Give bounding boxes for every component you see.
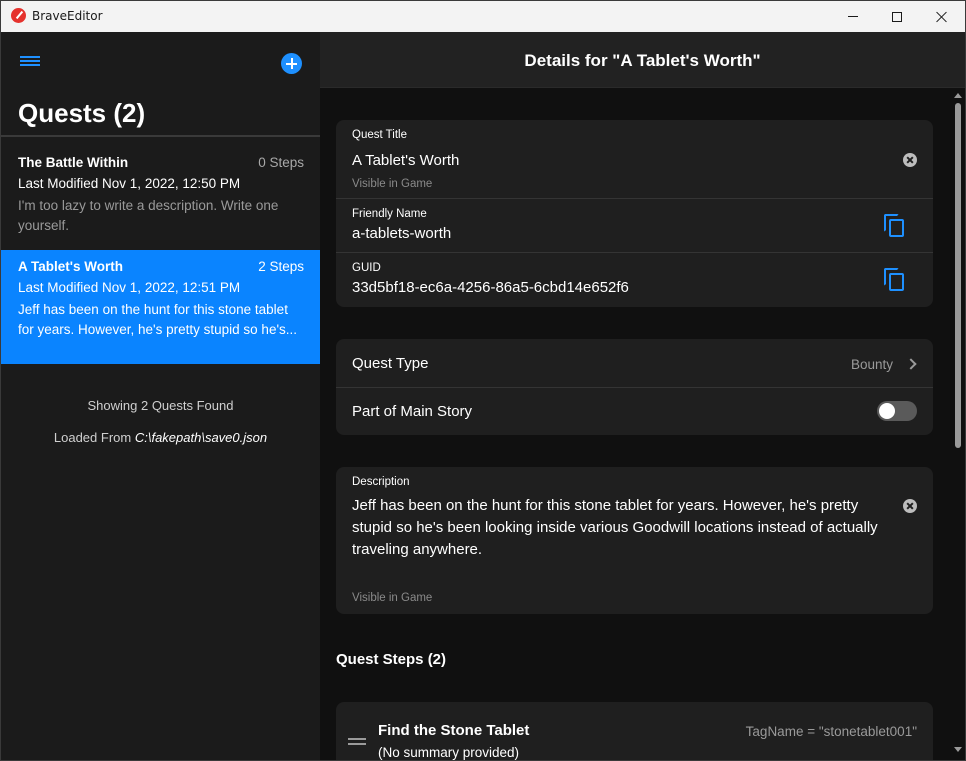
quest-name: A Tablet's Worth [18,259,123,274]
quest-steps-heading: Quest Steps (2) [336,651,447,668]
quest-list-item[interactable]: The Battle Within 0 Steps Last Modified … [1,146,320,248]
main-story-label: Part of Main Story [352,403,473,420]
quest-description-line: Jeff has been on the hunt for this stone… [18,302,288,317]
description-card: Description Jeff has been on the hunt fo… [336,467,933,614]
scroll-thumb[interactable] [955,103,961,448]
loaded-file-path: C:\fakepath\save0.json [134,430,268,445]
settings-card: Quest Type Bounty Part of Main Story [336,339,933,435]
scroll-up-icon[interactable] [954,93,962,98]
sidebar: Quests (2) The Battle Within 0 Steps Las… [1,32,320,760]
quest-description: Jeff has been on the hunt for this stone… [18,300,308,340]
chevron-right-icon[interactable] [905,358,917,370]
quest-title-label: Quest Title [352,129,407,141]
app-window: BraveEditor Quests (2) The Battle Within… [0,0,966,761]
friendly-name-field[interactable]: a-tablets-worth [352,225,451,242]
app-logo-icon [11,8,26,23]
description-line: traveling anywhere. [352,541,483,558]
quest-list-item-selected[interactable]: A Tablet's Worth 2 Steps Last Modified N… [1,250,320,364]
copy-icon[interactable] [884,214,906,238]
divider [336,252,933,253]
main-story-toggle[interactable] [877,401,917,421]
title-bar: BraveEditor [1,1,965,32]
description-line: stupid so he's been looking inside vario… [352,519,878,536]
quest-title-input[interactable]: A Tablet's Worth [352,152,459,169]
quest-type-value[interactable]: Bounty [851,357,893,372]
close-button[interactable] [919,1,965,32]
quest-step-card[interactable]: Find the Stone Tablet (No summary provid… [336,702,933,760]
description-input[interactable]: Jeff has been on the hunt for this stone… [352,495,902,561]
step-summary: (No summary provided) [378,745,520,760]
details-pane: Details for "A Tablet's Worth" Quest Tit… [320,32,965,760]
minimize-icon [848,16,858,17]
details-header: Details for "A Tablet's Worth" [320,32,965,88]
divider [1,135,320,137]
minimize-button[interactable] [830,1,876,32]
clear-icon[interactable] [903,153,917,167]
description-label: Description [352,476,410,488]
quest-name: The Battle Within [18,155,129,170]
quest-description-line: I'm too lazy to write a description. Wri… [18,198,279,213]
maximize-icon [892,11,902,22]
loaded-from-label: Loaded From [53,430,132,445]
sidebar-title: Quests (2) [18,98,146,128]
guid-field[interactable]: 33d5bf18-ec6a-4256-86a5-6cbd14e652f6 [352,279,629,296]
identity-card: Quest Title A Tablet's Worth Visible in … [336,120,933,307]
guid-label: GUID [352,262,381,274]
quest-description-line: for years. However, he's pretty stupid s… [18,322,298,337]
friendly-name-label: Friendly Name [352,208,427,220]
add-quest-button[interactable] [281,53,302,74]
divider [336,198,933,199]
loaded-from-status: Loaded From C:\fakepath\save0.json [1,430,320,445]
drag-handle-icon[interactable] [348,738,366,745]
scroll-down-icon[interactable] [954,747,962,752]
step-tag: TagName = "stonetablet001" [745,724,917,739]
window-title: BraveEditor [32,9,103,23]
quest-description-line: yourself. [18,218,70,233]
quest-step-count: 2 Steps [258,259,304,274]
quest-title-hint: Visible in Game [352,178,433,190]
step-name: Find the Stone Tablet [378,722,530,739]
menu-icon[interactable] [20,56,40,68]
quest-type-label: Quest Type [352,355,429,372]
description-hint: Visible in Game [352,592,433,604]
quest-count-status: Showing 2 Quests Found [87,398,234,413]
quest-modified: Last Modified Nov 1, 2022, 12:51 PM [18,280,241,295]
copy-icon[interactable] [884,268,906,292]
quest-modified: Last Modified Nov 1, 2022, 12:50 PM [18,176,241,191]
close-icon [936,11,948,23]
details-content: Quest Title A Tablet's Worth Visible in … [320,89,947,760]
vertical-scrollbar[interactable] [950,89,965,760]
maximize-button[interactable] [874,1,920,32]
quest-description: I'm too lazy to write a description. Wri… [18,196,308,236]
divider [336,387,933,388]
description-line: Jeff has been on the hunt for this stone… [352,497,859,514]
quest-step-count: 0 Steps [258,155,304,170]
page-title: Details for "A Tablet's Worth" [524,51,761,70]
clear-icon[interactable] [903,499,917,513]
